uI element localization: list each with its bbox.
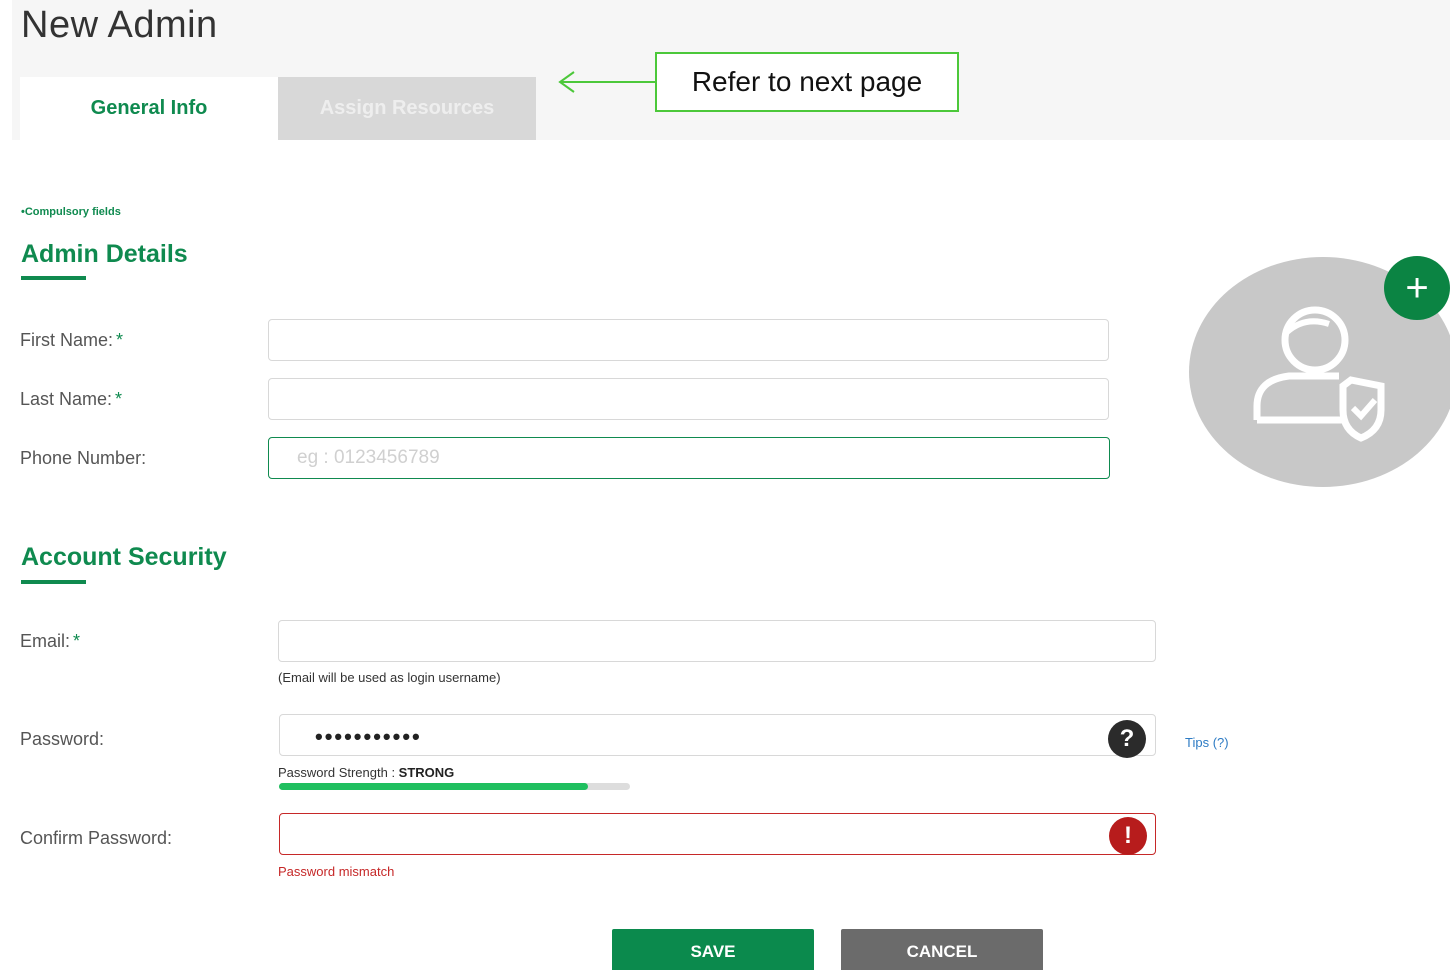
- cancel-button[interactable]: CANCEL: [841, 929, 1043, 970]
- question-circle-icon[interactable]: ?: [1108, 720, 1146, 758]
- email-label-text: Email:: [20, 631, 71, 651]
- annotation-note: Refer to next page: [655, 52, 959, 112]
- required-marker: *: [73, 631, 81, 651]
- tab-assign-resources[interactable]: Assign Resources: [278, 77, 536, 140]
- confirm-password-label: Confirm Password:: [20, 828, 173, 848]
- new-admin-page: New Admin General Info Assign Resources …: [0, 0, 1450, 970]
- password-strength-value: STRONG: [398, 765, 455, 780]
- annotation-arrow-icon: [558, 71, 656, 93]
- account-security-title: Account Security: [21, 543, 227, 571]
- compulsory-note: •Compulsory fields: [21, 206, 121, 218]
- admin-details-title: Admin Details: [21, 240, 188, 268]
- email-hint: (Email will be used as login username): [278, 670, 501, 685]
- admin-user-shield-icon: [1253, 306, 1385, 442]
- phone-number-input[interactable]: [268, 437, 1110, 479]
- add-photo-button[interactable]: +: [1384, 256, 1450, 320]
- first-name-label-text: First Name:: [20, 330, 114, 350]
- required-marker: *: [116, 330, 124, 350]
- password-strength-fill: [279, 783, 588, 790]
- first-name-label: First Name: *: [20, 330, 123, 351]
- plus-icon: +: [1405, 265, 1429, 310]
- last-name-label-text: Last Name:: [20, 389, 113, 409]
- password-strength-bar: [279, 783, 630, 790]
- password-strength-label: Password Strength : STRONG: [278, 765, 454, 780]
- first-name-input[interactable]: [268, 319, 1109, 361]
- password-masked-value: •••••••••••: [315, 724, 422, 749]
- admin-details-underline: [21, 276, 86, 280]
- confirm-password-input[interactable]: [279, 813, 1156, 855]
- password-label: Password:: [20, 729, 105, 749]
- email-label: Email: *: [20, 631, 80, 652]
- last-name-label: Last Name: *: [20, 389, 122, 410]
- phone-number-label: Phone Number:: [20, 448, 147, 468]
- error-exclamation-icon: !: [1109, 817, 1147, 855]
- email-input[interactable]: [278, 620, 1156, 662]
- tab-general-info[interactable]: General Info: [20, 77, 278, 140]
- last-name-input[interactable]: [268, 378, 1109, 420]
- required-marker: *: [115, 389, 123, 409]
- account-security-underline: [21, 580, 86, 584]
- save-button[interactable]: SAVE: [612, 929, 814, 970]
- password-strength-prefix: Password Strength :: [278, 765, 399, 780]
- page-title: New Admin: [21, 4, 218, 46]
- password-tips-link[interactable]: Tips (?): [1185, 735, 1229, 750]
- password-mismatch-error: Password mismatch: [278, 864, 395, 879]
